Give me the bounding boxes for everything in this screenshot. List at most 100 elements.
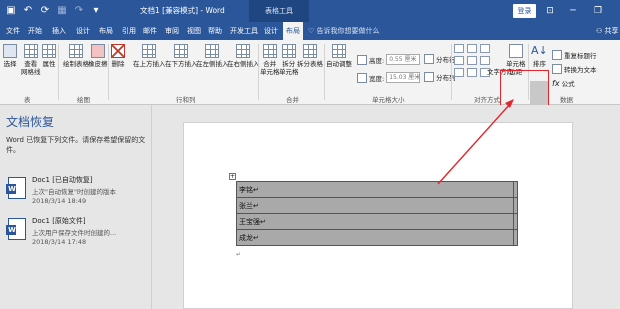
insert-above-button[interactable]: 在上方插入 (133, 44, 166, 68)
cell-alignment-grid[interactable] (454, 44, 490, 77)
undo-icon[interactable]: ↶ (21, 3, 35, 18)
repeat-header-icon (552, 50, 562, 60)
title-bar: ▣ ↶ ⟳ ▦ ↷ ▾ 文档1 [兼容模式] - Word 表格工具 登录 ⊡ … (0, 0, 620, 22)
ribbon-display-options-icon[interactable]: ⊡ (542, 2, 558, 19)
tell-me-text: 告诉我你想要做什么 (316, 27, 380, 35)
tab-help[interactable]: 帮助 (208, 26, 222, 36)
align-middle-right-icon[interactable] (480, 56, 490, 65)
table-row[interactable]: 成龙↵ (236, 229, 518, 246)
table-cell[interactable]: 李铭↵ (236, 181, 514, 198)
formula-button[interactable]: fx 公式 (552, 78, 575, 89)
group-separator (108, 44, 109, 100)
tab-view[interactable]: 视图 (187, 26, 201, 36)
ribbon: 选择 查看 网格线 属性 表 绘制表格 橡皮擦 绘图 删除 在上方插入 在下方插… (0, 40, 620, 133)
restore-icon[interactable]: ❐ (590, 2, 606, 19)
autofit-button[interactable]: 自动调整 (326, 44, 352, 68)
align-top-right-icon[interactable] (480, 44, 490, 53)
tell-me-search[interactable]: ♡ 告诉我你想要做什么 (308, 26, 380, 36)
document-area: + 李铭↵ 张兰↵ 王宝强↵ 成龙↵ ↵ (153, 105, 620, 309)
tab-layout[interactable]: 布局 (99, 26, 113, 36)
tab-developer[interactable]: 开发工具 (230, 26, 258, 36)
redo-icon[interactable]: ↷ (72, 3, 86, 18)
align-middle-left-icon[interactable] (454, 56, 464, 65)
insert-below-label: 在下方插入 (165, 60, 198, 68)
group-separator (58, 44, 59, 100)
height-input[interactable]: 0.55 厘米 (386, 54, 421, 65)
insert-above-label: 在上方插入 (133, 60, 166, 68)
tab-mailings[interactable]: 邮件 (143, 26, 157, 36)
recovery-item-name: Doc1 [已自动恢复] (32, 176, 93, 184)
table-cell[interactable] (513, 213, 518, 230)
formula-label: 公式 (561, 80, 575, 88)
split-table-label: 拆分表格 (297, 60, 323, 68)
tab-table-layout[interactable]: 布局 (283, 22, 303, 40)
insert-right-button[interactable]: 在右侧插入 (227, 44, 260, 68)
split-table-button[interactable]: 拆分表格 (297, 44, 323, 68)
row-height-icon (357, 54, 367, 65)
tab-design[interactable]: 设计 (76, 26, 90, 36)
convert-to-text-button[interactable]: 转换为文本 (552, 64, 597, 74)
insert-table-icon[interactable]: ▦ (55, 3, 69, 18)
share-button[interactable]: ⚇ 共享 (596, 26, 619, 36)
eraser-button[interactable]: 橡皮擦 (88, 44, 108, 68)
align-middle-center-icon[interactable] (467, 56, 477, 65)
split-cells-button[interactable]: 拆分 单元格 (279, 44, 299, 76)
distribute-cols-label: 分布列 (436, 74, 456, 82)
save-icon[interactable]: ▣ (4, 3, 18, 18)
insert-left-button[interactable]: 在左侧插入 (196, 44, 229, 68)
recovery-title: 文档恢复 (6, 115, 55, 129)
table-cell[interactable] (513, 229, 518, 246)
tab-file[interactable]: 文件 (6, 26, 20, 36)
table-move-handle-icon[interactable]: + (229, 173, 236, 180)
login-button[interactable]: 登录 (513, 4, 536, 18)
table-row[interactable]: 李铭↵ (236, 181, 518, 198)
merge-cells-button[interactable]: 合并 单元格 (260, 44, 280, 76)
tab-references[interactable]: 引用 (122, 26, 136, 36)
width-input[interactable]: 15.03 厘米 (386, 72, 420, 83)
group-label-draw: 绘图 (77, 96, 90, 104)
table-row[interactable]: 王宝强↵ (236, 213, 518, 230)
convert-text-icon (552, 64, 562, 74)
height-label: 高度: (369, 56, 385, 65)
tab-table-design[interactable]: 设计 (264, 26, 278, 36)
repeat-header-button[interactable]: 重复标题行 (552, 50, 597, 60)
document-title: 文档1 [兼容模式] - Word (140, 6, 225, 15)
table-cell[interactable]: 王宝强↵ (236, 213, 514, 230)
tab-home[interactable]: 开始 (28, 26, 42, 36)
paragraph-mark-icon: ↵ (236, 251, 242, 258)
table-cell[interactable]: 张兰↵ (236, 197, 514, 214)
align-bottom-left-icon[interactable] (454, 68, 464, 77)
select-button[interactable]: 选择 (3, 44, 17, 68)
gridlines-icon (23, 44, 38, 58)
align-top-left-icon[interactable] (454, 44, 464, 53)
recovery-item[interactable]: W Doc1 [原始文件] 上次用户保存文件时创建的... 2018/3/14 … (6, 216, 146, 256)
sort-button[interactable]: A↓ 排序 (531, 44, 548, 68)
table-row[interactable]: 张兰↵ (236, 197, 518, 214)
align-bottom-center-icon[interactable] (467, 68, 477, 77)
tab-review[interactable]: 审阅 (165, 26, 179, 36)
draw-table-button[interactable]: 绘制表格 (63, 44, 89, 68)
customize-qat-icon[interactable]: ▾ (89, 3, 103, 18)
group-label-data: 数据 (560, 96, 573, 104)
group-label-rows-cols: 行和列 (176, 96, 196, 104)
share-label: 共享 (604, 27, 619, 35)
properties-button[interactable]: 属性 (42, 44, 56, 68)
view-gridlines-button[interactable]: 查看 网格线 (21, 44, 41, 76)
insert-below-button[interactable]: 在下方插入 (165, 44, 198, 68)
refresh-icon[interactable]: ⟳ (38, 3, 52, 18)
tab-insert[interactable]: 插入 (52, 26, 66, 36)
table-cell[interactable]: 成龙↵ (236, 229, 514, 246)
delete-button[interactable]: 删除 (111, 44, 125, 68)
insert-left-label: 在左侧插入 (196, 60, 229, 68)
table-cell[interactable] (513, 181, 518, 198)
person-icon: ⚇ (596, 27, 603, 35)
recovery-item[interactable]: W Doc1 [已自动恢复] 上次"自动恢复"时创建的版本 2018/3/14 … (6, 175, 146, 215)
minimize-icon[interactable]: ─ (565, 2, 581, 19)
data-table[interactable]: 李铭↵ 张兰↵ 王宝强↵ 成龙↵ (236, 181, 518, 246)
group-label-alignment: 对齐方式 (474, 96, 500, 104)
select-icon (3, 44, 17, 58)
align-top-center-icon[interactable] (467, 44, 477, 53)
document-page[interactable]: + 李铭↵ 张兰↵ 王宝强↵ 成龙↵ ↵ (183, 122, 573, 309)
properties-label: 属性 (42, 60, 56, 68)
table-cell[interactable] (513, 197, 518, 214)
